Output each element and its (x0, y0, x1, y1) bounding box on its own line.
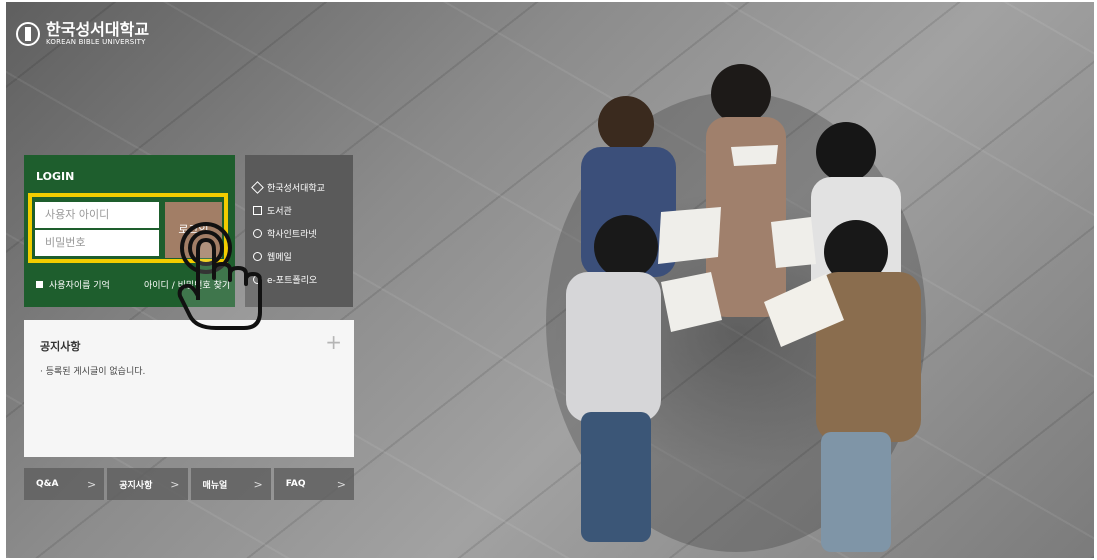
chevron-right-icon: > (253, 477, 263, 491)
logo-english-name: KOREAN BIBLE UNIVERSITY (46, 38, 146, 46)
nav-manual-button[interactable]: 매뉴얼 > (190, 468, 271, 500)
nav-label: 매뉴얼 (202, 480, 228, 491)
notice-panel: 공지사항 + · 등록된 게시글이 없습니다. (24, 320, 354, 457)
logo-korean-name: 한국성서대학교 (46, 20, 150, 39)
nav-label: 공지사항 (119, 480, 153, 491)
book-icon (253, 206, 262, 215)
quick-link-library[interactable]: 도서관 (253, 204, 292, 217)
chevron-right-icon: > (87, 477, 97, 491)
nav-qna-button[interactable]: Q&A > (24, 468, 105, 500)
quick-link-eportfolio[interactable]: e-포트폴리오 (253, 273, 317, 286)
remember-label: 사용자이름 기억 (49, 281, 110, 291)
nav-label: Q&A (36, 479, 59, 489)
notice-empty-message: · 등록된 게시글이 없습니다. (40, 367, 146, 377)
logo-text: 한국성서대학교 KOREAN BIBLE UNIVERSITY (46, 20, 150, 47)
login-title: LOGIN (36, 170, 75, 183)
chevron-right-icon: > (170, 477, 180, 491)
remember-username[interactable]: 사용자이름 기억 (36, 278, 110, 291)
quick-link-label: 한국성서대학교 (267, 184, 325, 194)
notice-more-button[interactable]: + (325, 330, 342, 354)
quick-link-label: 도서관 (267, 207, 292, 217)
university-logo[interactable]: 한국성서대학교 KOREAN BIBLE UNIVERSITY (16, 22, 149, 46)
layers-icon (251, 181, 264, 194)
quick-link-university[interactable]: 한국성서대학교 (251, 181, 325, 194)
nav-faq-button[interactable]: FAQ > (273, 468, 354, 500)
remember-checkbox[interactable] (36, 281, 43, 288)
quick-link-label: 웹메일 (267, 253, 292, 263)
quick-link-label: 학사인트라넷 (267, 230, 317, 240)
notice-title: 공지사항 (40, 340, 81, 353)
chevron-right-icon: > (336, 477, 346, 491)
quick-link-intranet[interactable]: 학사인트라넷 (253, 227, 317, 240)
quick-link-label: e-포트폴리오 (267, 276, 318, 286)
nav-label: FAQ (285, 479, 306, 489)
nav-notice-button[interactable]: 공지사항 > (107, 468, 188, 500)
tap-hand-icon (177, 222, 262, 330)
university-emblem-icon (16, 22, 40, 46)
bottom-nav: Q&A > 공지사항 > 매뉴얼 > FAQ > (24, 468, 354, 500)
